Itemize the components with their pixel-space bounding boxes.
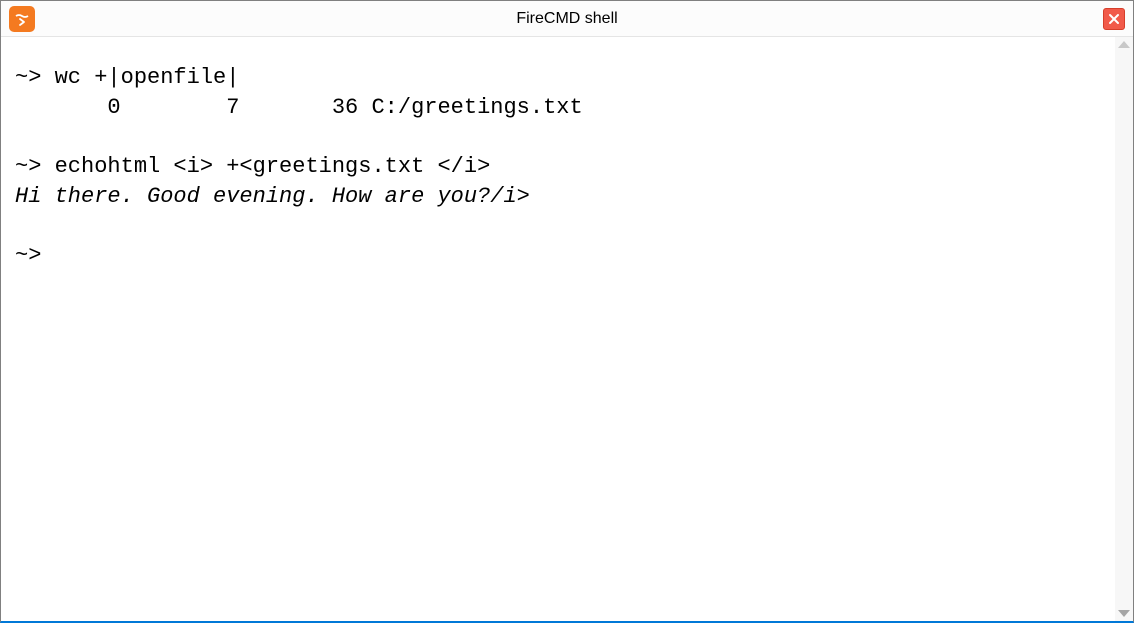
scroll-up-icon[interactable]: [1118, 41, 1130, 48]
vertical-scrollbar[interactable]: [1115, 37, 1133, 621]
terminal-output[interactable]: ~> wc +|openfile| 0 7 36 C:/greetings.tx…: [1, 37, 1115, 621]
scroll-down-icon[interactable]: [1118, 610, 1130, 617]
app-icon: [9, 6, 35, 32]
prompt-line: ~>: [15, 243, 55, 268]
output-line-1: 0 7 36 C:/greetings.txt: [15, 95, 583, 120]
content-area: ~> wc +|openfile| 0 7 36 C:/greetings.tx…: [1, 37, 1133, 621]
title-bar: FireCMD shell: [1, 1, 1133, 37]
cmd-line-1: ~> wc +|openfile|: [15, 65, 239, 90]
output-line-2: Hi there. Good evening. How are you?/i>: [15, 184, 530, 209]
close-button[interactable]: [1103, 8, 1125, 30]
cmd-line-2: ~> echohtml <i> +<greetings.txt </i>: [15, 154, 490, 179]
close-icon: [1108, 13, 1120, 25]
window-title: FireCMD shell: [516, 10, 617, 28]
